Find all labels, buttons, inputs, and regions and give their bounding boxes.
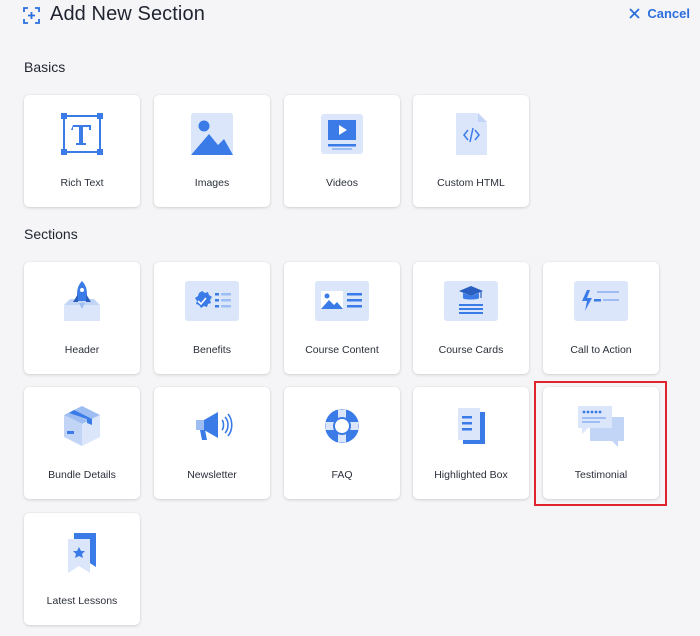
card-rich-text[interactable]: Rich Text bbox=[24, 95, 140, 207]
card-label: Testimonial bbox=[574, 469, 628, 481]
card-benefits[interactable]: Benefits bbox=[154, 262, 270, 374]
lifebuoy-icon bbox=[325, 409, 359, 443]
card-label: Course Cards bbox=[438, 344, 504, 356]
card-label: Latest Lessons bbox=[46, 595, 118, 607]
card-label: Images bbox=[194, 177, 230, 189]
card-label: Header bbox=[64, 344, 100, 356]
images-icon bbox=[191, 113, 233, 155]
dialog-header: Add New Section Cancel bbox=[0, 0, 700, 32]
card-custom-html[interactable]: Custom HTML bbox=[413, 95, 529, 207]
megaphone-icon bbox=[196, 412, 233, 440]
videos-icon bbox=[321, 114, 363, 154]
card-course-content[interactable]: Course Content bbox=[284, 262, 400, 374]
card-testimonial[interactable]: Testimonial bbox=[543, 387, 659, 499]
card-course-cards[interactable]: Course Cards bbox=[413, 262, 529, 374]
testimonial-icon bbox=[578, 406, 624, 447]
bookmark-star-icon bbox=[68, 533, 96, 573]
card-label: Benefits bbox=[193, 344, 231, 356]
card-newsletter[interactable]: Newsletter bbox=[154, 387, 270, 499]
cancel-button[interactable]: Cancel bbox=[629, 6, 690, 21]
close-icon bbox=[629, 8, 640, 19]
card-images[interactable]: Images bbox=[154, 95, 270, 207]
card-label: Videos bbox=[326, 177, 358, 189]
card-label: Newsletter bbox=[187, 469, 237, 481]
call-to-action-icon bbox=[574, 281, 628, 321]
card-header[interactable]: Header bbox=[24, 262, 140, 374]
card-latest-lessons[interactable]: Latest Lessons bbox=[24, 513, 140, 625]
benefits-icon bbox=[185, 281, 239, 321]
card-label: Rich Text bbox=[60, 177, 104, 189]
card-call-to-action[interactable]: Call to Action bbox=[543, 262, 659, 374]
card-faq[interactable]: FAQ bbox=[284, 387, 400, 499]
course-content-icon bbox=[315, 281, 369, 321]
cancel-label: Cancel bbox=[647, 6, 690, 21]
rich-text-icon bbox=[61, 113, 103, 155]
card-highlighted-box[interactable]: Highlighted Box bbox=[413, 387, 529, 499]
card-label: Custom HTML bbox=[437, 177, 505, 189]
card-label: Call to Action bbox=[570, 344, 632, 356]
page-title: Add New Section bbox=[50, 3, 205, 25]
card-bundle-details[interactable]: Bundle Details bbox=[24, 387, 140, 499]
rocket-icon bbox=[64, 281, 100, 321]
sections-heading: Sections bbox=[24, 226, 78, 242]
custom-html-icon bbox=[456, 113, 487, 155]
basics-heading: Basics bbox=[24, 59, 66, 75]
card-videos[interactable]: Videos bbox=[284, 95, 400, 207]
highlighted-box-icon bbox=[458, 408, 485, 444]
card-label: Course Content bbox=[305, 344, 379, 356]
card-label: Highlighted Box bbox=[434, 469, 508, 481]
add-section-icon bbox=[23, 7, 40, 24]
course-cards-icon bbox=[444, 281, 498, 321]
bundle-box-icon bbox=[64, 406, 100, 446]
card-label: FAQ bbox=[331, 469, 353, 481]
card-label: Bundle Details bbox=[48, 469, 116, 481]
